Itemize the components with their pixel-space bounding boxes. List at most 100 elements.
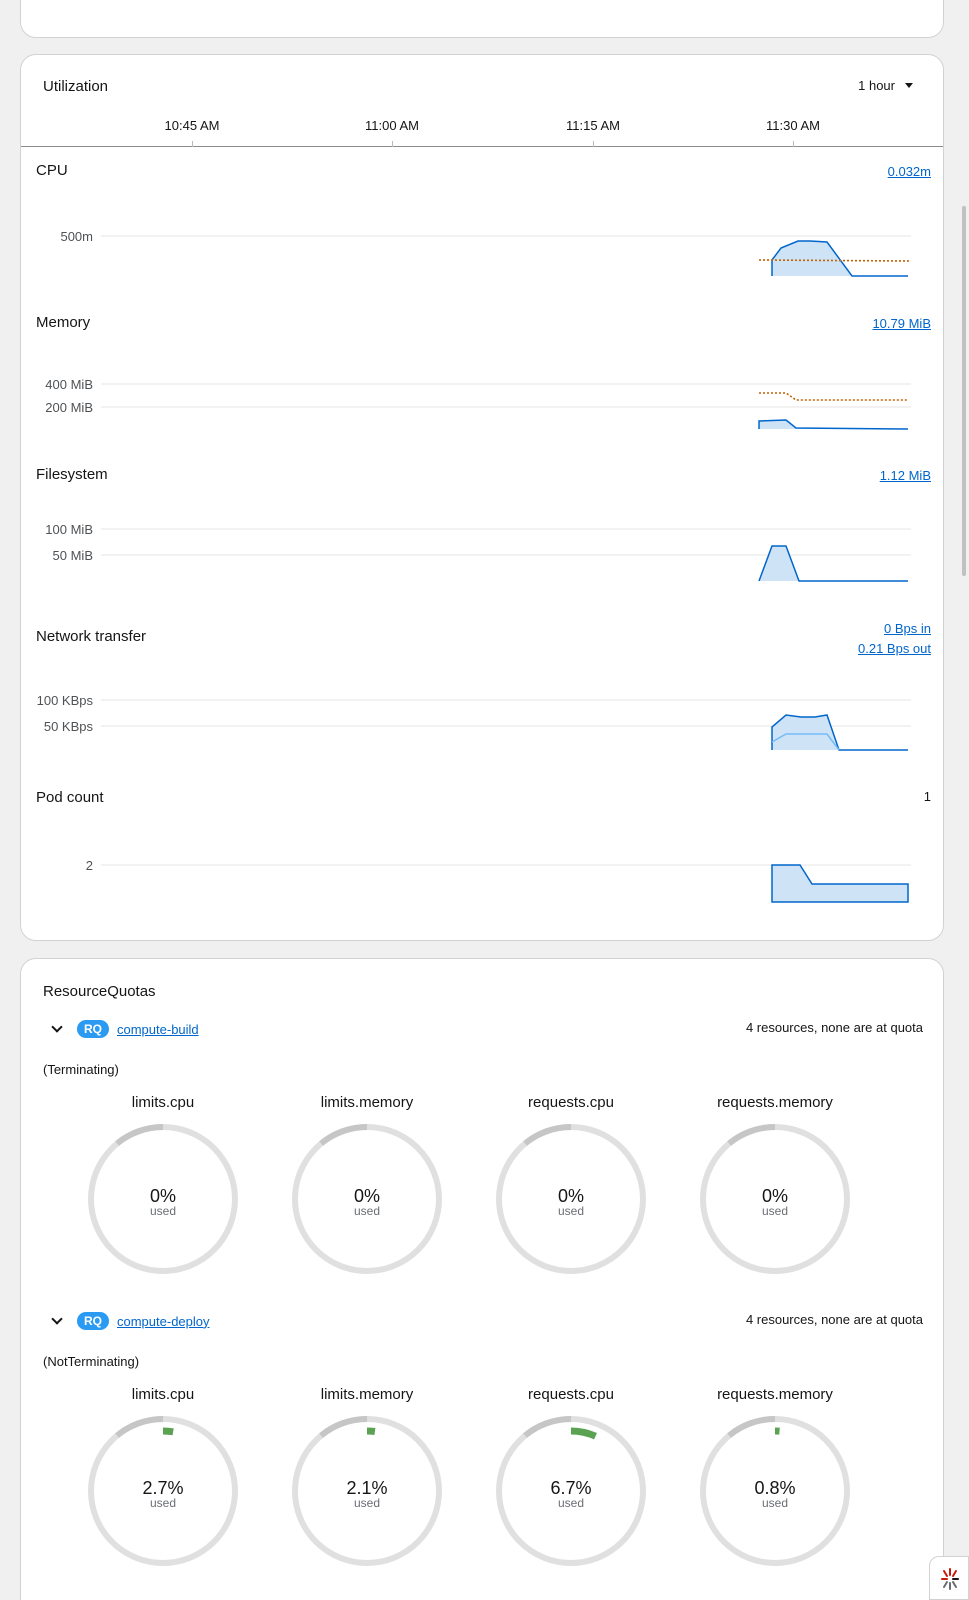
gauge-limits-cpu: limits.cpu 2.7% used xyxy=(63,1386,263,1569)
donut-chart: 0%used xyxy=(496,1124,646,1274)
donut-threshold-arc xyxy=(319,1124,368,1146)
donut-chart: 2.1%used xyxy=(292,1416,442,1566)
network-metric: Network transfer 0 Bps in 0.21 Bps out 1… xyxy=(21,619,943,784)
donut-used-arc xyxy=(366,1427,376,1435)
gauge-label: requests.cpu xyxy=(528,1386,614,1403)
memory-limit-line xyxy=(759,392,908,401)
quota-scope: (NotTerminating) xyxy=(43,1354,140,1369)
y-tick-label: 50 MiB xyxy=(53,548,93,563)
gauge-used-label: used xyxy=(558,1496,584,1510)
donut-chart: 0.8%used xyxy=(700,1416,850,1566)
y-tick-label: 400 MiB xyxy=(45,377,93,392)
memory-metric: Memory 10.79 MiB 400 MiB 200 MiB xyxy=(21,314,943,464)
donut-chart: 0%used xyxy=(700,1124,850,1274)
time-tick-mark xyxy=(192,141,193,147)
time-tick-mark xyxy=(793,141,794,147)
filesystem-chart: 100 MiB 50 MiB xyxy=(45,522,911,582)
quota-header: RQ compute-deploy xyxy=(51,1312,210,1330)
gauge-percent: 0% xyxy=(762,1186,788,1206)
scrollbar-thumb[interactable] xyxy=(962,206,966,576)
gauge-used-label: used xyxy=(354,1496,380,1510)
quota-scope: (Terminating) xyxy=(43,1062,119,1077)
y-tick-label: 100 MiB xyxy=(45,522,93,537)
network-chart: 100 KBps 50 KBps xyxy=(37,693,911,751)
gauge-label: limits.memory xyxy=(320,1386,414,1403)
donut-threshold-arc xyxy=(523,1124,572,1146)
donut-used-arc xyxy=(570,1427,597,1440)
donut-threshold-arc xyxy=(727,1124,776,1146)
utilization-card: Utilization 1 hour 10:45 AM 11:00 AM 11:… xyxy=(20,54,944,941)
pod-count-metric: Pod count 1 2 xyxy=(21,789,943,939)
gauge-label: limits.cpu xyxy=(131,1094,195,1111)
donut-threshold-arc xyxy=(319,1416,368,1438)
gauge-limits-cpu: limits.cpu 0% used xyxy=(63,1094,263,1277)
quota-name-link[interactable]: compute-build xyxy=(117,1022,199,1037)
gauge-requests-cpu: requests.cpu 6.7% used xyxy=(471,1386,671,1569)
gauge-percent: 2.7% xyxy=(142,1478,183,1498)
time-tick-label: 10:45 AM xyxy=(164,118,220,133)
gauge-percent: 0% xyxy=(558,1186,584,1206)
y-tick-label: 100 KBps xyxy=(37,693,94,708)
resource-quotas-title: ResourceQuotas xyxy=(43,983,156,1000)
y-tick-label: 500m xyxy=(60,229,93,244)
loading-spinner-icon[interactable] xyxy=(929,1556,969,1600)
gauge-limits-memory: limits.memory 0% used xyxy=(267,1094,467,1277)
gauge-limits-memory: limits.memory 2.1% used xyxy=(267,1386,467,1569)
gauge-label: requests.memory xyxy=(717,1094,833,1111)
cpu-chart: 500m xyxy=(60,229,911,277)
rq-badge: RQ xyxy=(77,1312,109,1330)
y-tick-label: 200 MiB xyxy=(45,400,93,415)
memory-chart: 400 MiB 200 MiB xyxy=(45,377,911,430)
quota-header: RQ compute-build xyxy=(51,1020,199,1038)
time-range-value: 1 hour xyxy=(858,78,895,93)
time-tick-label: 11:30 AM xyxy=(766,118,820,133)
time-tick-label: 11:15 AM xyxy=(566,118,620,133)
gauge-percent: 0% xyxy=(150,1186,176,1206)
gauge-percent: 0.8% xyxy=(754,1478,795,1498)
donut-threshold-arc xyxy=(115,1416,164,1438)
utilization-title: Utilization xyxy=(43,78,109,95)
time-tick-mark xyxy=(392,141,393,147)
gauge-label: requests.cpu xyxy=(528,1094,614,1111)
cpu-metric: CPU 0.032m 500m xyxy=(21,162,943,312)
gauge-percent: 2.1% xyxy=(346,1478,387,1498)
gauge-requests-memory: requests.memory 0.8% used xyxy=(675,1386,875,1569)
donut-threshold-arc xyxy=(523,1416,572,1438)
donut-used-arc xyxy=(162,1427,174,1436)
gauge-used-label: used xyxy=(762,1204,788,1218)
donut-chart: 0%used xyxy=(88,1124,238,1274)
time-axis: 10:45 AM 11:00 AM 11:15 AM 11:30 AM xyxy=(21,115,943,147)
gauge-label: requests.memory xyxy=(717,1386,833,1403)
gauge-requests-cpu: requests.cpu 0% used xyxy=(471,1094,671,1277)
y-tick-label: 50 KBps xyxy=(44,719,94,734)
filesystem-metric: Filesystem 1.12 MiB 100 MiB 50 MiB xyxy=(21,466,943,616)
rq-badge: RQ xyxy=(77,1020,109,1038)
gauge-used-label: used xyxy=(762,1496,788,1510)
quota-name-link[interactable]: compute-deploy xyxy=(117,1314,210,1329)
gauge-used-label: used xyxy=(150,1204,176,1218)
donut-chart: 2.7%used xyxy=(88,1416,238,1566)
chevron-down-icon[interactable] xyxy=(51,1021,63,1033)
gauge-percent: 6.7% xyxy=(550,1478,591,1498)
pod-count-area xyxy=(771,864,909,903)
donut-threshold-arc xyxy=(727,1416,776,1438)
spinner-glyph xyxy=(941,1568,959,1590)
pod-count-chart: 2 xyxy=(86,858,911,903)
y-tick-label: 2 xyxy=(86,858,93,873)
gauge-used-label: used xyxy=(150,1496,176,1510)
caret-down-icon xyxy=(905,83,913,88)
time-tick-mark xyxy=(593,141,594,147)
quota-summary: 4 resources, none are at quota xyxy=(745,1312,923,1327)
filesystem-usage-area xyxy=(759,546,908,581)
quota-summary: 4 resources, none are at quota xyxy=(745,1020,923,1035)
donut-threshold-arc xyxy=(115,1124,164,1146)
chevron-down-icon[interactable] xyxy=(51,1313,63,1325)
scrollbar[interactable] xyxy=(953,0,969,1600)
gauge-used-label: used xyxy=(558,1204,584,1218)
gauge-label: limits.memory xyxy=(320,1094,414,1111)
time-range-dropdown[interactable]: 1 hour xyxy=(858,78,913,93)
previous-card xyxy=(20,0,944,38)
gauge-label: limits.cpu xyxy=(131,1386,195,1403)
donut-chart: 6.7%used xyxy=(496,1416,646,1566)
gauge-percent: 0% xyxy=(354,1186,380,1206)
